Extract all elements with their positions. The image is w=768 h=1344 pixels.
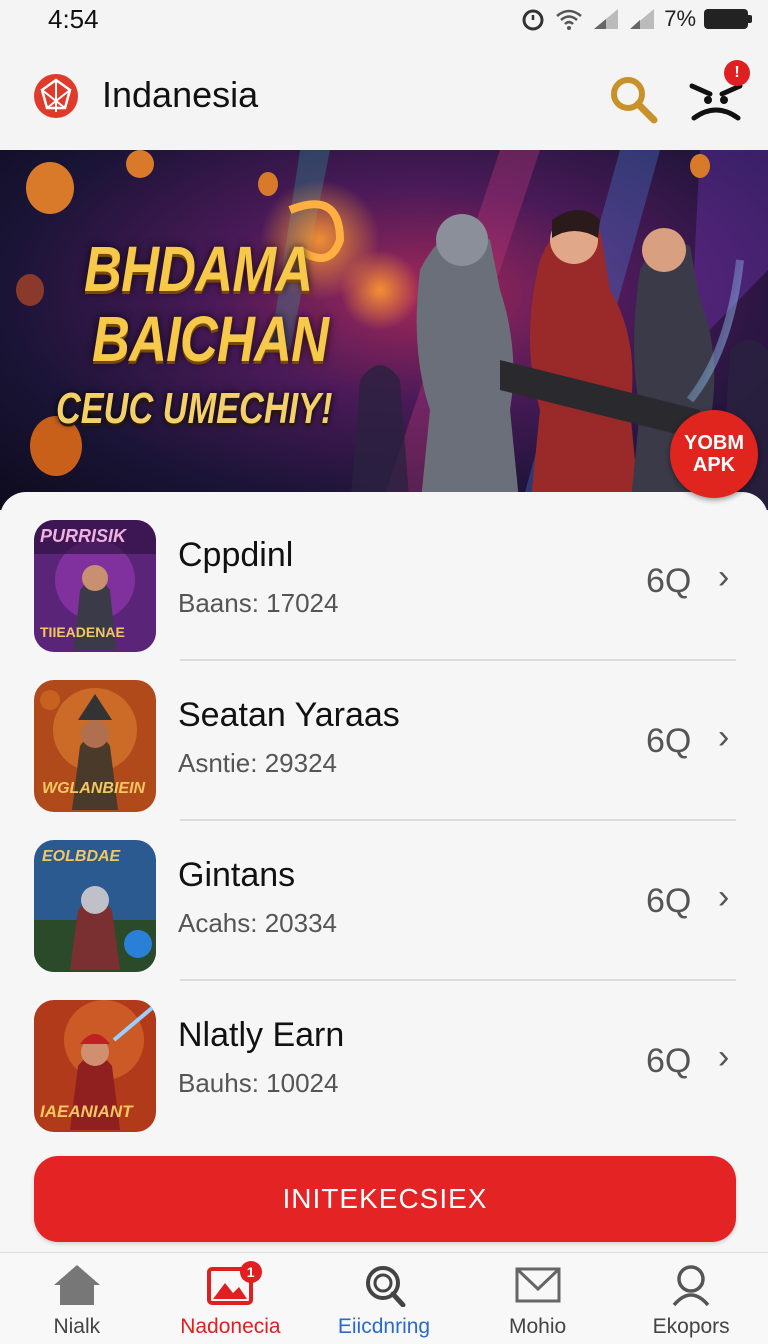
game-stat: Asntie: 29324 <box>178 748 338 778</box>
game-thumbnail: EOLBDAE <box>34 840 156 972</box>
status-time: 4:54 <box>48 4 99 34</box>
signal-icon <box>594 9 619 29</box>
game-thumbnail: PURRISIK TIIEADENAE <box>34 520 156 652</box>
game-name: Nlatly Earn <box>178 1016 345 1054</box>
profile-icon <box>672 1265 710 1307</box>
battery-icon <box>704 9 752 29</box>
bottom-nav: Nialk 1 Nadonecia Eiicdnring Mohio Ekopo… <box>0 1252 768 1344</box>
app-header: Indanesia ! <box>0 40 768 150</box>
game-name: Seatan Yaraas <box>178 696 400 734</box>
banner-tagline: CEUC UMECHIY! <box>56 384 333 433</box>
nav-label: Eiicdnring <box>337 1315 431 1338</box>
nav-label: Ekopors <box>652 1315 730 1338</box>
game-stat: Acahs: 20334 <box>178 908 338 938</box>
app-title: Indanesia <box>102 74 259 115</box>
chevron-right-icon: › <box>718 1038 730 1076</box>
signal-icon-2 <box>630 9 655 29</box>
game-row[interactable]: PURRISIK TIIEADENAE Cppdinl Baans: 17024… <box>0 492 768 652</box>
nav-badge: 1 <box>239 1261 262 1283</box>
chevron-right-icon: › <box>718 878 730 916</box>
search-icon <box>365 1266 406 1307</box>
apk-badge-line1: YOBM <box>684 432 744 454</box>
nav-item-inbox[interactable]: 1 Nadonecia <box>154 1253 308 1344</box>
search-icon[interactable] <box>606 72 660 126</box>
primary-cta-button[interactable]: INITEKECSIEX <box>34 1156 736 1242</box>
game-action-icon[interactable]: 6Q <box>646 882 691 921</box>
thumb-subtitle: WGLANBIEIN <box>42 780 146 797</box>
nav-label: Nadonecia <box>180 1315 281 1338</box>
apk-badge-line2: APK <box>692 454 736 476</box>
game-stat: Baans: 17024 <box>178 588 339 618</box>
game-row[interactable]: WGLANBIEIN Seatan Yaraas Asntie: 29324 6… <box>0 652 768 812</box>
promo-banner[interactable]: BHDAMA BAICHAN CEUC UMECHIY! <box>0 150 768 510</box>
game-row[interactable]: EOLBDAE Gintans Acahs: 20334 6Q › <box>0 812 768 972</box>
thumb-title: EOLBDAE <box>42 848 121 865</box>
game-name: Gintans <box>178 856 296 894</box>
game-thumbnail: IAEANIANT <box>34 1000 156 1132</box>
game-action-icon[interactable]: 6Q <box>646 1042 691 1081</box>
game-row[interactable]: IAEANIANT Nlatly Earn Bauhs: 10024 6Q › <box>0 972 768 1132</box>
game-name: Cppdinl <box>178 536 294 574</box>
thumb-subtitle: IAEANIANT <box>40 1102 133 1121</box>
nav-item-home[interactable]: Nialk <box>0 1253 154 1344</box>
nav-label: Nialk <box>53 1315 101 1338</box>
nav-item-profile[interactable]: Ekopors <box>614 1253 768 1344</box>
battery-percent: 7% <box>664 6 696 31</box>
apk-badge-button[interactable]: YOBM APK <box>670 410 758 498</box>
game-action-icon[interactable]: 6Q <box>646 722 691 761</box>
banner-headline-line1: BHDAMA <box>84 233 313 305</box>
game-thumbnail: WGLANBIEIN <box>34 680 156 812</box>
nav-item-mail[interactable]: Mohio <box>461 1253 615 1344</box>
banner-headline-line2: BAICHAN <box>92 303 329 375</box>
nav-item-search[interactable]: Eiicdnring <box>307 1253 461 1344</box>
mail-icon <box>515 1267 561 1303</box>
brand-logo-icon <box>34 74 78 118</box>
game-stat: Bauhs: 10024 <box>178 1068 339 1098</box>
profile-button[interactable]: ! <box>686 60 750 128</box>
status-bar: 4:54 7% <box>0 0 768 40</box>
game-action-icon[interactable]: 6Q <box>646 562 691 601</box>
home-icon <box>53 1265 100 1305</box>
notification-badge: ! <box>724 60 750 86</box>
thumb-title: PURRISIK <box>40 526 127 546</box>
chevron-right-icon: › <box>718 718 730 756</box>
nav-label: Mohio <box>508 1315 567 1338</box>
wifi-icon <box>556 9 583 30</box>
thumb-subtitle: TIIEADENAE <box>40 624 125 640</box>
chevron-right-icon: › <box>718 558 730 596</box>
alarm-icon <box>522 9 544 31</box>
game-list: PURRISIK TIIEADENAE Cppdinl Baans: 17024… <box>0 492 768 1252</box>
status-icons: 7% <box>520 6 752 32</box>
